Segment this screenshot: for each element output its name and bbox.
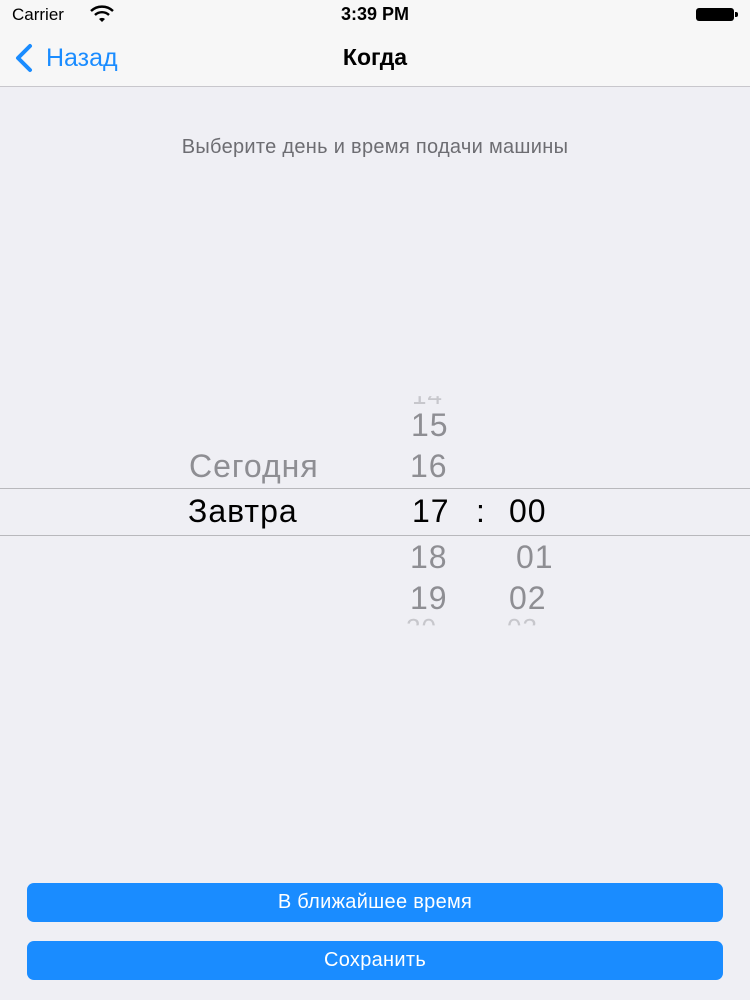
picker-minute-option[interactable]: 03 [507,613,538,625]
picker-hour-selected[interactable]: 17 [412,493,450,530]
status-time: 3:39 PM [340,4,410,24]
asap-button[interactable]: В ближайшее время [27,883,723,922]
selection-divider-top [0,488,750,489]
picker-day-selected[interactable]: Завтра [188,493,298,530]
navigation-bar: Назад Когда [0,30,750,87]
save-button[interactable]: Сохранить [27,941,723,980]
picker-day-option[interactable]: Сегодня [189,448,319,485]
picker-hour-option[interactable]: 16 [410,448,448,485]
picker-minute-option[interactable]: 02 [509,580,547,617]
status-bar: Carrier 3:39 PM [0,0,750,30]
picker-minute-option[interactable]: 01 [516,539,554,576]
picker-minute-selected[interactable]: 00 [509,493,547,530]
date-time-picker[interactable]: Сегодня Завтра 14 15 16 17 18 19 20 : 00… [0,380,750,640]
picker-hour-option[interactable]: 19 [410,580,448,617]
picker-time-separator: : [476,493,486,529]
picker-hour-option[interactable]: 20 [406,613,437,625]
instruction-text: Выберите день и время подачи машины [181,136,569,158]
page-title: Когда [342,44,408,70]
picker-hour-option[interactable]: 18 [410,539,448,576]
selection-divider-bottom [0,535,750,536]
battery-icon [696,8,738,21]
picker-hour-option[interactable]: 15 [411,407,449,444]
